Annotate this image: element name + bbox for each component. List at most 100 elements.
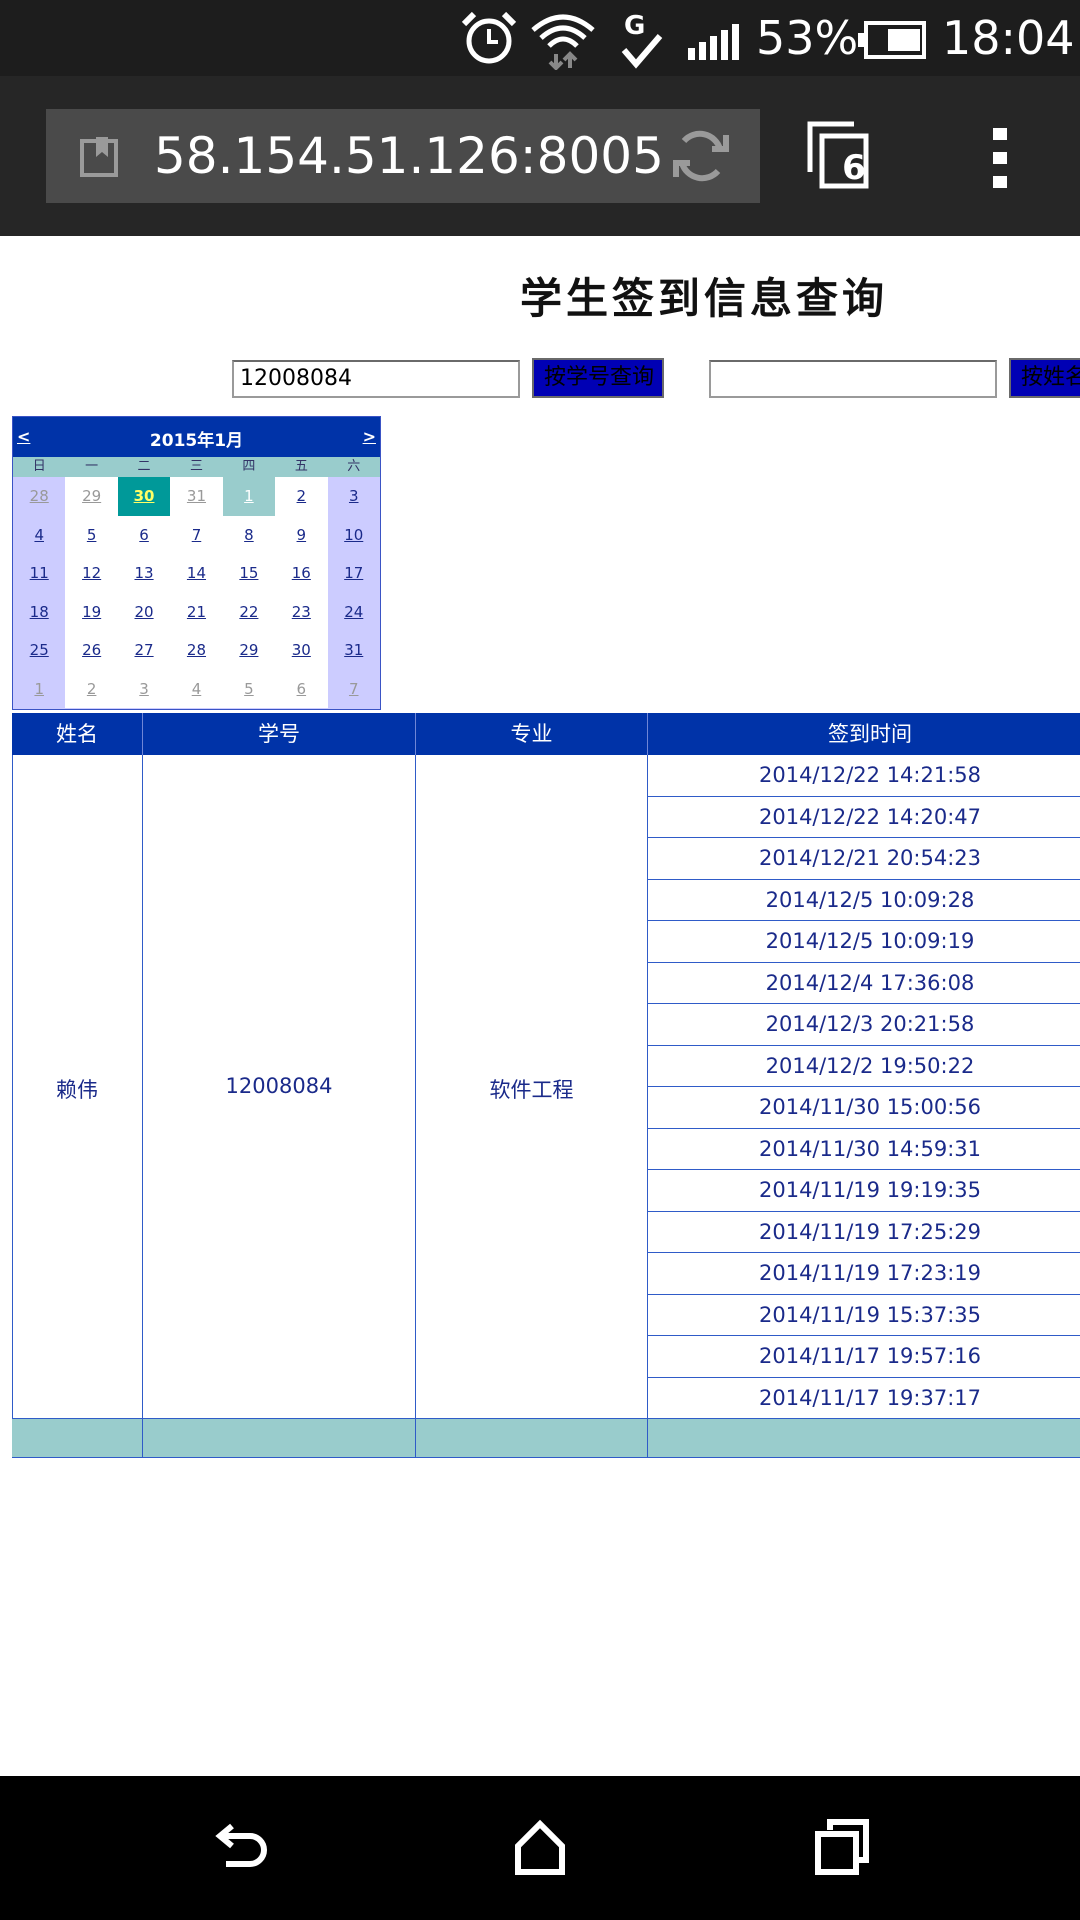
calendar-day[interactable]: 7	[327, 669, 380, 708]
calendar-day[interactable]: 9	[275, 515, 328, 554]
back-icon[interactable]	[210, 1818, 270, 1882]
signin-time-cell: 2014/11/30 15:00:56	[648, 1087, 1080, 1129]
more-icon[interactable]	[990, 126, 1010, 194]
calendar-day[interactable]: 30	[275, 631, 328, 670]
calendar-day[interactable]: 20	[117, 592, 171, 631]
table-border	[12, 755, 13, 1455]
calendar-weekday-row: 日一二三四五六	[13, 457, 380, 477]
g-data-icon: G	[618, 10, 666, 74]
calendar-day[interactable]: 3	[117, 669, 171, 708]
url-text[interactable]: 58.154.51.126:8005	[154, 127, 664, 185]
student-id-input[interactable]: 12008084	[232, 360, 520, 398]
calendar-day[interactable]: 28	[170, 631, 223, 670]
wifi-icon	[530, 10, 596, 74]
calendar-week-row: 11 12 13 14 15 16 17	[13, 554, 380, 593]
calendar-day[interactable]: 13	[117, 554, 171, 593]
calendar-weekday: 四	[242, 459, 256, 474]
battery-percent: 53%	[756, 11, 859, 65]
table-border	[415, 755, 416, 1455]
tab-count[interactable]: 6	[834, 148, 874, 188]
signin-time-cell: 2014/12/22 14:20:47	[648, 797, 1080, 838]
calendar-day[interactable]: 1	[13, 669, 66, 708]
calendar-week-row: 1234567	[13, 669, 380, 708]
calendar-week-row: 25 26 27 28 29 30 31	[13, 631, 380, 670]
calendar-day[interactable]: 18	[13, 592, 66, 631]
browser-toolbar: 58.154.51.126:8005	[0, 76, 1080, 236]
alarm-icon	[460, 10, 518, 70]
page-title: 学生签到信息查询	[520, 274, 889, 323]
calendar-day[interactable]: 4	[170, 669, 223, 708]
calendar-week-row: 28 29 30 31 1 2 3	[13, 477, 380, 516]
signin-time-cell: 2014/11/19 17:25:29	[648, 1212, 1080, 1253]
calendar-day[interactable]: 21	[170, 592, 223, 631]
calendar-day[interactable]: 7	[170, 515, 223, 554]
calendar-day[interactable]: 29	[65, 477, 118, 516]
calendar-day[interactable]: 10	[327, 515, 380, 554]
calendar-day[interactable]: 25	[13, 631, 66, 670]
signin-time-cell: 2014/12/5 10:09:19	[648, 921, 1080, 963]
calendar-day[interactable]: 5	[222, 669, 276, 708]
calendar-month-title: 2015年1月	[149, 431, 244, 451]
calendar-day[interactable]: 2	[65, 669, 118, 708]
calendar-day[interactable]: 29	[222, 631, 276, 670]
signin-time-cell: 2014/12/3 20:21:58	[648, 1004, 1080, 1046]
name-input[interactable]	[709, 360, 997, 398]
signin-time-cell: 2014/12/2 19:50:22	[648, 1046, 1080, 1087]
calendar-day[interactable]: 6	[275, 669, 328, 708]
home-icon[interactable]	[510, 1818, 570, 1882]
calendar-day[interactable]: 22	[222, 592, 276, 631]
signin-time-cell: 2014/11/17 19:37:17	[648, 1378, 1080, 1419]
svg-text:G: G	[624, 11, 645, 41]
calendar-day[interactable]: 12	[65, 554, 118, 593]
calendar-next-link[interactable]: >	[363, 427, 376, 446]
signin-time-cell: 2014/11/17 19:57:16	[648, 1336, 1080, 1378]
calendar-weekday: 二	[137, 459, 151, 474]
table-footer-row	[12, 1418, 1080, 1458]
calendar-day[interactable]: 15	[222, 554, 276, 593]
search-by-name-button[interactable]: 按姓名查询	[1009, 358, 1080, 398]
calendar-day[interactable]: 3	[327, 477, 380, 516]
calendar-day[interactable]: 30	[117, 477, 171, 516]
signin-time-cell: 2014/11/30 14:59:31	[648, 1129, 1080, 1170]
calendar-day[interactable]: 5	[65, 515, 118, 554]
battery-icon	[858, 20, 928, 64]
calendar-day[interactable]: 11	[13, 554, 66, 593]
calendar-day[interactable]: 16	[275, 554, 328, 593]
table-border	[142, 1418, 143, 1458]
calendar-day[interactable]: 27	[117, 631, 171, 670]
header-student-id: 学号	[143, 713, 416, 755]
bookmark-icon[interactable]	[80, 135, 118, 181]
search-by-id-button[interactable]: 按学号查询	[532, 358, 664, 398]
calendar-weekday: 日	[32, 459, 46, 474]
reload-icon[interactable]	[672, 127, 730, 189]
calendar-day[interactable]: 14	[170, 554, 223, 593]
system-nav-bar	[0, 1776, 1080, 1920]
calendar-day[interactable]: 26	[65, 631, 118, 670]
calendar-day[interactable]: 2	[275, 477, 328, 516]
calendar-grid: 28 29 30 31 1 2 3 4 5 6 7 8 9 10 11 12 13 14 15 16 17 18 19 20 2…	[13, 477, 380, 708]
calendar-day[interactable]: 23	[275, 592, 328, 631]
calendar-day[interactable]: 31	[327, 631, 380, 670]
cell-student-id: 12008084	[225, 1074, 333, 1098]
calendar-day[interactable]: 17	[327, 554, 380, 593]
table-border	[647, 1418, 648, 1458]
table-header-row: 姓名 学号 专业 签到时间	[12, 713, 1080, 755]
calendar-day[interactable]: 6	[117, 515, 171, 554]
calendar-day[interactable]: 24	[327, 592, 380, 631]
header-major: 专业	[416, 713, 648, 755]
signin-time-cell: 2014/11/19 19:19:35	[648, 1170, 1080, 1212]
calendar-day[interactable]: 1	[222, 477, 276, 516]
calendar-weekday: 三	[189, 459, 203, 474]
calendar-day[interactable]: 28	[13, 477, 66, 516]
address-bar[interactable]: 58.154.51.126:8005	[46, 109, 760, 203]
table-border	[142, 755, 143, 1455]
signin-time-cell: 2014/11/19 17:23:19	[648, 1253, 1080, 1295]
calendar-weekday: 六	[347, 459, 361, 474]
calendar-day[interactable]: 31	[170, 477, 223, 516]
calendar-day[interactable]: 19	[65, 592, 118, 631]
header-signin-time: 签到时间	[828, 722, 912, 746]
calendar-day[interactable]: 8	[222, 515, 276, 554]
calendar-day[interactable]: 4	[13, 515, 66, 554]
recents-icon[interactable]	[812, 1818, 872, 1882]
header-name: 姓名	[12, 713, 143, 755]
